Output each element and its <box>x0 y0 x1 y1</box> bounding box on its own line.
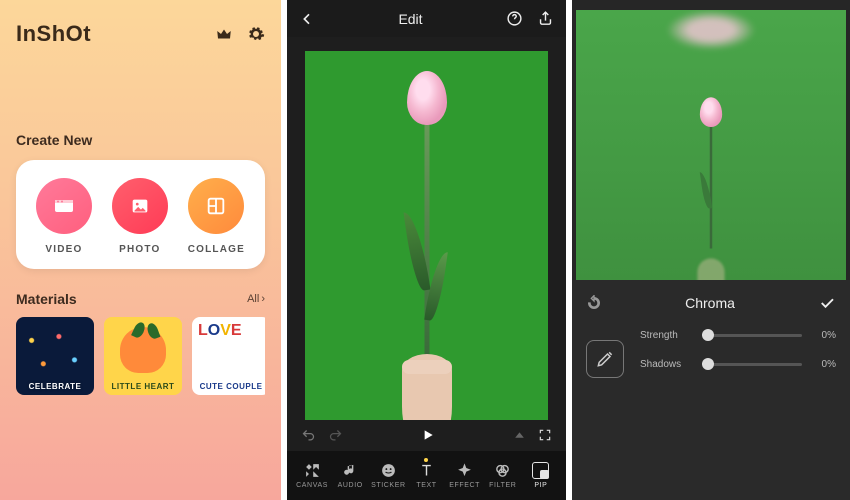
home-header: InShOt <box>16 16 265 52</box>
marker-icon[interactable] <box>513 428 526 442</box>
new-video-label: VIDEO <box>45 244 82 255</box>
editor-tool-row: CANVAS AUDIO STICKER TEXT EFFECT FILTER … <box>287 451 566 500</box>
gear-icon[interactable] <box>247 25 265 43</box>
materials-heading: Materials <box>16 291 77 307</box>
tulip-subject <box>377 51 477 419</box>
confirm-icon[interactable] <box>818 294 836 312</box>
materials-all-button[interactable]: All › <box>247 293 265 305</box>
color-picker-button[interactable] <box>586 340 624 378</box>
material-label: LITTLE HEART <box>104 382 182 391</box>
material-celebrate[interactable]: CELEBRATE <box>16 317 94 395</box>
blur-artifact <box>666 10 756 50</box>
editor-header-actions <box>506 10 554 27</box>
slider-value: 0% <box>812 330 836 341</box>
chroma-preview[interactable] <box>576 10 846 280</box>
chroma-panel: Chroma Strength 0% Shadows 0% <box>572 0 850 500</box>
new-collage-button[interactable]: COLLAGE <box>188 178 245 255</box>
tool-label: PIP <box>534 482 547 489</box>
material-cute-couple[interactable]: LOVE CUTE COUPLE <box>192 317 265 395</box>
new-collage-label: COLLAGE <box>188 244 245 255</box>
undo-icon[interactable] <box>301 428 316 443</box>
tool-label: FILTER <box>489 482 516 489</box>
photo-icon <box>112 178 168 234</box>
tool-audio[interactable]: AUDIO <box>331 462 369 489</box>
help-icon[interactable] <box>506 10 523 27</box>
slider-thumb[interactable] <box>702 329 714 341</box>
tool-effect[interactable]: EFFECT <box>446 462 484 489</box>
chroma-sliders: Strength 0% Shadows 0% <box>640 330 836 388</box>
editor-title: Edit <box>398 11 422 27</box>
share-icon[interactable] <box>537 10 554 27</box>
tool-label: EFFECT <box>449 482 480 489</box>
slider-label: Strength <box>640 330 692 341</box>
tool-label: AUDIO <box>338 482 363 489</box>
new-video-button[interactable]: VIDEO <box>36 178 92 255</box>
tool-text[interactable]: TEXT <box>407 462 445 489</box>
video-icon <box>36 178 92 234</box>
slider-shadows: Shadows 0% <box>640 359 836 370</box>
create-new-card: VIDEO PHOTO COLLAGE <box>16 160 265 269</box>
redo-icon[interactable] <box>328 428 343 443</box>
slider-value: 0% <box>812 359 836 370</box>
tool-label: STICKER <box>371 482 406 489</box>
collage-icon <box>188 178 244 234</box>
tool-filter[interactable]: FILTER <box>484 462 522 489</box>
slider-strength: Strength 0% <box>640 330 836 341</box>
inshot-home-panel: InShOt Create New VIDEO PHOTO <box>0 0 281 500</box>
chroma-controls: Chroma Strength 0% Shadows 0% <box>572 280 850 500</box>
tool-pip[interactable]: PIP <box>522 462 560 489</box>
materials-all-label: All <box>247 293 259 305</box>
chroma-header: Chroma <box>586 294 836 312</box>
materials-list: CELEBRATE LITTLE HEART LOVE CUTE COUPLE <box>16 317 265 395</box>
material-little-heart[interactable]: LITTLE HEART <box>104 317 182 395</box>
tool-sticker[interactable]: STICKER <box>369 462 407 489</box>
reset-icon[interactable] <box>586 295 602 311</box>
chroma-body: Strength 0% Shadows 0% <box>586 330 836 388</box>
editor-header: Edit <box>287 0 566 37</box>
new-photo-button[interactable]: PHOTO <box>112 178 168 255</box>
home-header-actions <box>215 25 265 43</box>
fullscreen-icon[interactable] <box>538 428 552 442</box>
slider-track[interactable] <box>702 334 802 337</box>
back-icon[interactable] <box>299 11 315 27</box>
undo-redo-group <box>301 428 343 443</box>
video-canvas[interactable] <box>305 51 548 419</box>
chroma-title: Chroma <box>602 295 818 311</box>
create-new-heading: Create New <box>16 132 265 148</box>
play-icon[interactable] <box>420 427 436 443</box>
love-illustration: LOVE <box>198 323 264 379</box>
view-controls-group <box>513 428 552 442</box>
tulip-subject-keyed <box>680 72 742 280</box>
app-logo: InShOt <box>16 21 91 47</box>
tool-label: CANVAS <box>296 482 328 489</box>
slider-thumb[interactable] <box>702 358 714 370</box>
editor-panel: Edit CA <box>287 0 566 500</box>
crown-icon[interactable] <box>215 25 233 43</box>
tool-canvas[interactable]: CANVAS <box>293 462 331 489</box>
new-photo-label: PHOTO <box>119 244 160 255</box>
transport-bar <box>287 420 566 452</box>
pip-icon <box>532 462 549 479</box>
material-label: CUTE COUPLE <box>192 382 265 391</box>
slider-label: Shadows <box>640 359 692 370</box>
chevron-right-icon: › <box>261 293 265 305</box>
slider-track[interactable] <box>702 363 802 366</box>
material-label: CELEBRATE <box>16 382 94 391</box>
tool-label: TEXT <box>416 482 436 489</box>
materials-header: Materials All › <box>16 291 265 307</box>
editor-viewport <box>287 37 566 419</box>
